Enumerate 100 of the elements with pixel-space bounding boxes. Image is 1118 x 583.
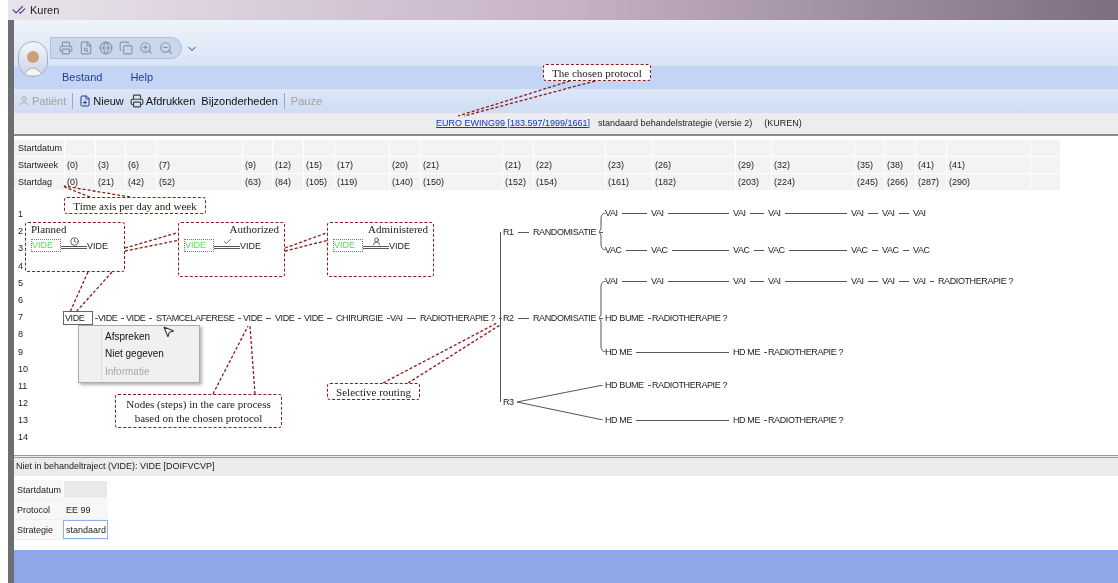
step-label[interactable]: VAI xyxy=(880,274,897,288)
step-label: VIDE xyxy=(184,239,214,252)
step-label[interactable]: VAC xyxy=(649,243,670,257)
connector-line xyxy=(667,280,729,282)
person-icon xyxy=(18,95,30,107)
step-label[interactable]: VAI xyxy=(911,274,928,288)
timeline-cell: (224) xyxy=(771,174,854,190)
copy-icon[interactable] xyxy=(119,41,133,55)
menu-item[interactable]: Afspreken xyxy=(79,328,199,346)
globe-icon[interactable] xyxy=(99,41,113,55)
timeline-cell: (9) xyxy=(242,157,272,173)
step-label[interactable]: VIDE xyxy=(63,311,94,325)
step-label[interactable]: VIDE xyxy=(96,311,120,325)
step-label[interactable]: VAC xyxy=(766,243,787,257)
row-number: 7 xyxy=(18,311,24,325)
timeline-cell: (6) xyxy=(125,157,156,173)
branch-bracket xyxy=(599,281,607,352)
row-number: 8 xyxy=(18,328,24,342)
connector-line xyxy=(667,212,729,214)
step-label[interactable]: RADIOTHERAPIE ? xyxy=(650,311,730,325)
step-label[interactable]: HD BUME xyxy=(603,311,646,325)
timeline-cell: (290) xyxy=(946,174,1030,190)
menu-item[interactable]: Niet gegeven xyxy=(79,345,199,363)
step-label[interactable]: RADIOTHERAPIE ? xyxy=(766,345,846,359)
step-label[interactable]: CHIRURGIE xyxy=(334,311,385,325)
step-label[interactable]: HD ME xyxy=(731,413,762,427)
row-number: 12 xyxy=(18,397,28,411)
menu-item[interactable]: Bestand xyxy=(62,69,103,86)
step-label[interactable]: HD ME xyxy=(731,345,762,359)
window-title: Kuren xyxy=(30,2,60,18)
timeline-cell: (32) xyxy=(771,157,854,173)
connector-line xyxy=(363,246,389,249)
step-label[interactable]: VAI xyxy=(603,206,620,220)
toolbar-button[interactable]: Bijzonderheden xyxy=(201,92,278,110)
callout: Nodes (steps) in the care process based on the chosen protocol xyxy=(115,394,282,428)
step-label[interactable]: VAI xyxy=(388,311,405,325)
printer-icon[interactable] xyxy=(59,41,73,55)
step-label[interactable]: VAI xyxy=(649,206,666,220)
detail-label: Protocol xyxy=(14,500,63,519)
step-label[interactable]: RADIOTHERAPIE ? xyxy=(766,413,846,427)
timeline-cell: (23) xyxy=(605,157,652,173)
timeline-cell: (29) xyxy=(735,157,771,173)
step-label[interactable]: VIDE xyxy=(302,311,326,325)
step-label[interactable]: RADIOTHERAPIE ? xyxy=(650,378,730,392)
step-label[interactable]: R3 xyxy=(501,395,516,409)
step-label[interactable]: R1 xyxy=(501,225,516,239)
step-label[interactable]: VAC xyxy=(911,243,932,257)
connector-line xyxy=(898,280,909,282)
callout: The chosen protocol xyxy=(543,64,651,81)
step-label[interactable]: VAI xyxy=(649,274,666,288)
detail-label: Startdatum xyxy=(14,480,63,499)
step-label[interactable]: VAI xyxy=(849,274,866,288)
step-label[interactable]: VAI xyxy=(766,206,783,220)
toolbar-button[interactable]: Afdrukken xyxy=(129,92,196,110)
connector-line xyxy=(753,249,764,251)
step-label[interactable]: VAI xyxy=(911,206,928,220)
step-label[interactable]: RADIOTHERAPIE ? xyxy=(418,311,498,325)
timeline-cell: (41) xyxy=(946,157,1030,173)
step-label[interactable]: RADIOTHERAPIE ? xyxy=(936,274,1016,288)
connector-line xyxy=(406,317,416,319)
step-label[interactable]: VIDE xyxy=(241,311,265,325)
step-label[interactable]: VAI xyxy=(849,206,866,220)
step-label[interactable]: VIDE xyxy=(273,311,297,325)
detail-value-field[interactable]: standaard xyxy=(63,520,108,539)
detail-value-field[interactable]: EE 99 xyxy=(63,500,108,519)
toolbar-button[interactable]: Nieuw xyxy=(79,92,124,110)
zoom-in-icon[interactable] xyxy=(139,41,153,55)
preview-icon[interactable] xyxy=(79,41,93,55)
step-label[interactable]: VAI xyxy=(731,206,748,220)
step-label[interactable]: VAI xyxy=(731,274,748,288)
menu-item[interactable]: Help xyxy=(130,69,153,86)
timeline-cell: (84) xyxy=(272,174,303,190)
status-text: Niet in behandeltraject (VIDE): VIDE [DOIFVCVP] xyxy=(16,460,215,474)
step-label[interactable]: HD ME xyxy=(603,413,634,427)
step-label[interactable]: VAI xyxy=(766,274,783,288)
connector-line xyxy=(788,249,847,251)
step-label[interactable]: VAC xyxy=(880,243,901,257)
strategy-label: standaard behandelstrategie (versie 2) xyxy=(598,116,753,130)
zoom-out-icon[interactable] xyxy=(159,41,173,55)
step-label[interactable]: VIDE xyxy=(124,311,148,325)
step-label[interactable]: VAI xyxy=(603,274,620,288)
step-label[interactable]: VAI xyxy=(880,206,897,220)
step-label[interactable]: VAC xyxy=(731,243,752,257)
row-number: 9 xyxy=(18,345,24,359)
step-label[interactable]: STAMCELAFERESE xyxy=(154,311,237,325)
step-label[interactable]: HD ME xyxy=(603,345,634,359)
step-label[interactable]: HD BUME xyxy=(603,378,646,392)
step-label[interactable]: VAC xyxy=(849,243,870,257)
protocol-link[interactable]: EURO EWING99 [183.597/1999/1661] xyxy=(436,116,591,131)
timeline-cell: (26) xyxy=(652,157,735,173)
connector-line xyxy=(517,317,529,319)
timeline-cell: (140) xyxy=(389,174,420,190)
step-label[interactable]: VAC xyxy=(603,243,624,257)
step-label[interactable]: RANDOMISATIE xyxy=(531,311,599,325)
clock-icon xyxy=(69,237,79,246)
step-label[interactable]: RANDOMISATIE xyxy=(531,225,599,239)
connector-line xyxy=(867,280,878,282)
timeline-row-label: Startdatum xyxy=(14,140,64,156)
detail-label: Strategie xyxy=(14,520,63,539)
step-label[interactable]: R2 xyxy=(501,311,516,325)
